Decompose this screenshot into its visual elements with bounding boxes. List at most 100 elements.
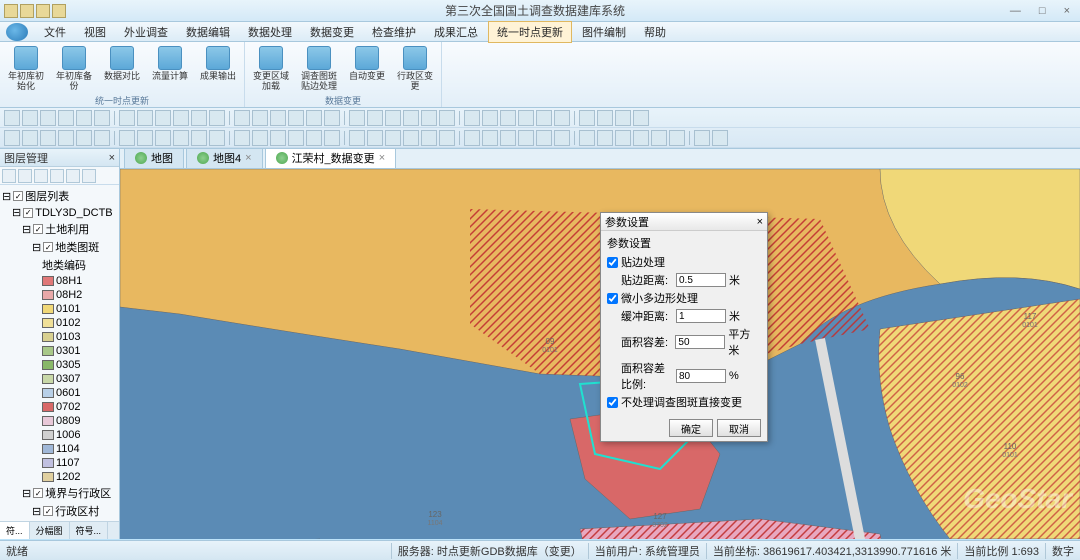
map-tab[interactable]: 地图 [124,149,184,168]
panel-tool-icon[interactable] [34,169,48,183]
toolbar-button[interactable] [252,130,268,146]
toolbar-button[interactable] [137,130,153,146]
tree-node[interactable]: 地类编码 [2,256,117,274]
menu-item[interactable]: 检查维护 [364,22,424,42]
toolbar-button[interactable] [58,110,74,126]
toolbar-button[interactable] [651,130,667,146]
toolbar-button[interactable] [464,110,480,126]
toolbar-button[interactable] [633,130,649,146]
toolbar-button[interactable] [288,110,304,126]
ribbon-button[interactable]: 调查图斑贴边处理 [297,44,341,94]
qat-icon[interactable] [36,4,50,18]
tree-node[interactable]: ⊟ ✓ 行政区村 [2,502,117,520]
maximize-button[interactable]: □ [1033,5,1052,17]
tab-close-icon[interactable]: × [245,152,251,164]
panel-tool-icon[interactable] [82,169,96,183]
panel-tool-icon[interactable] [2,169,16,183]
tree-node[interactable]: 0301 [2,344,117,358]
close-button[interactable]: × [1058,5,1076,17]
toolbar-button[interactable] [4,110,20,126]
area-tol-input[interactable] [675,335,725,349]
tree-node[interactable]: 0702 [2,400,117,414]
toolbar-button[interactable] [137,110,153,126]
toolbar-button[interactable] [94,110,110,126]
ribbon-button[interactable]: 成果输出 [196,44,240,84]
toolbar-button[interactable] [385,130,401,146]
toolbar-button[interactable] [597,110,613,126]
panel-tab[interactable]: 分幅图 [30,522,70,539]
toolbar-button[interactable] [209,110,225,126]
toolbar-button[interactable] [270,130,286,146]
toolbar-button[interactable] [482,130,498,146]
toolbar-button[interactable] [191,110,207,126]
toolbar-button[interactable] [439,110,455,126]
panel-close-icon[interactable]: × [109,152,115,164]
toolbar-button[interactable] [324,110,340,126]
qat-icon[interactable] [4,4,18,18]
toolbar-button[interactable] [349,110,365,126]
toolbar-button[interactable] [615,130,631,146]
toolbar-button[interactable] [694,130,710,146]
menu-item[interactable]: 成果汇总 [426,22,486,42]
layer-tree[interactable]: ⊟ ✓ 图层列表⊟ ✓ TDLY3D_DCTB⊟ ✓ 土地利用⊟ ✓ 地类图斑地… [0,185,119,521]
tree-node[interactable]: 0102 [2,316,117,330]
toolbar-button[interactable] [464,130,480,146]
map-tab[interactable]: 地图4× [186,149,263,168]
toolbar-button[interactable] [209,130,225,146]
menu-item[interactable]: 帮助 [636,22,674,42]
toolbar-button[interactable] [76,130,92,146]
toolbar-button[interactable] [288,130,304,146]
ratio-input[interactable] [676,369,726,383]
toolbar-button[interactable] [40,130,56,146]
toolbar-button[interactable] [191,130,207,146]
menu-item[interactable]: 数据编辑 [178,22,238,42]
tree-node[interactable]: 1006 [2,428,117,442]
menu-item[interactable]: 视图 [76,22,114,42]
menu-item[interactable]: 数据变更 [302,22,362,42]
toolbar-button[interactable] [615,110,631,126]
toolbar-button[interactable] [712,130,728,146]
toolbar-button[interactable] [306,110,322,126]
buffer-input[interactable] [676,309,726,323]
ribbon-button[interactable]: 数据对比 [100,44,144,84]
ribbon-button[interactable]: 变更区域加载 [249,44,293,94]
qat-icon[interactable] [20,4,34,18]
toolbar-button[interactable] [367,130,383,146]
toolbar-button[interactable] [22,110,38,126]
menu-item[interactable]: 统一时点更新 [488,21,572,43]
tree-node[interactable]: 08H2 [2,288,117,302]
tiny-poly-checkbox[interactable]: 微小多边形处理 [607,289,761,307]
toolbar-button[interactable] [324,130,340,146]
tree-node[interactable]: ⊟ ✓ 图层列表 [2,187,117,205]
toolbar-button[interactable] [40,110,56,126]
toolbar-button[interactable] [76,110,92,126]
toolbar-button[interactable] [554,110,570,126]
toolbar-button[interactable] [155,130,171,146]
dialog-close-icon[interactable]: × [757,216,763,228]
map-tab[interactable]: 江荣村_数据变更× [265,149,397,168]
tree-node[interactable]: 0601 [2,386,117,400]
tree-node[interactable]: ⊟ ✓ 境界与行政区 [2,484,117,502]
toolbar-button[interactable] [4,130,20,146]
toolbar-button[interactable] [554,130,570,146]
ribbon-button[interactable]: 流量计算 [148,44,192,84]
panel-tool-icon[interactable] [18,169,32,183]
menu-item[interactable]: 数据处理 [240,22,300,42]
toolbar-button[interactable] [234,130,250,146]
toolbar-button[interactable] [173,130,189,146]
toolbar-button[interactable] [421,130,437,146]
toolbar-button[interactable] [579,110,595,126]
toolbar-button[interactable] [500,130,516,146]
menu-item[interactable]: 外业调查 [116,22,176,42]
ribbon-button[interactable]: 年初库备份 [52,44,96,94]
panel-tab[interactable]: 符... [0,522,30,539]
toolbar-button[interactable] [482,110,498,126]
tree-node[interactable]: 1202 [2,470,117,484]
tree-node[interactable]: 08H1 [2,274,117,288]
panel-tool-icon[interactable] [50,169,64,183]
minimize-button[interactable]: — [1004,5,1027,17]
toolbar-button[interactable] [518,130,534,146]
toolbar-button[interactable] [119,130,135,146]
toolbar-button[interactable] [403,130,419,146]
qat-icon[interactable] [52,4,66,18]
